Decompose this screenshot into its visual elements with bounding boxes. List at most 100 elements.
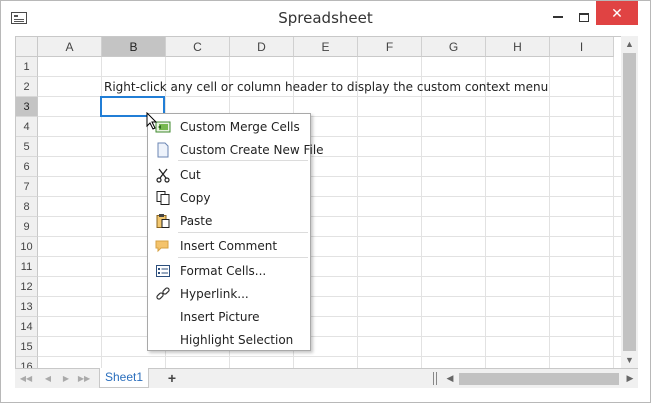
close-icon: ✕ — [611, 5, 623, 21]
row-header-2[interactable]: 2 — [16, 77, 38, 97]
last-sheet-icon[interactable]: ▶▶ — [77, 371, 91, 387]
add-sheet-button[interactable]: + — [161, 369, 183, 388]
format-cells-icon — [156, 265, 170, 277]
row-gridline — [38, 276, 621, 277]
menu-item-insert-picture[interactable]: Insert Picture — [149, 306, 309, 328]
close-button[interactable]: ✕ — [596, 1, 638, 25]
row-gridline — [38, 356, 621, 357]
menu-separator — [178, 257, 308, 258]
row-gridline — [38, 316, 621, 317]
menu-item-custom-merge-cells[interactable]: Custom Merge Cells — [149, 116, 309, 138]
menu-item-label: Custom Create New File — [180, 143, 324, 157]
column-header-h[interactable]: H — [486, 37, 550, 57]
row-header-6[interactable]: 6 — [16, 157, 38, 177]
row-header-13[interactable]: 13 — [16, 297, 38, 317]
column-header-e[interactable]: E — [294, 37, 358, 57]
sheet-tab-bar: ◀◀ ◀ ▶ ▶▶ Sheet1 + ◀ ▶ — [15, 368, 638, 388]
row-header-9[interactable]: 9 — [16, 217, 38, 237]
maximize-icon — [579, 12, 589, 22]
minimize-icon — [553, 16, 563, 19]
tab-splitter-handle[interactable] — [433, 372, 437, 385]
row-header-8[interactable]: 8 — [16, 197, 38, 217]
menu-item-label: Insert Comment — [180, 239, 278, 253]
menu-item-label: Copy — [180, 191, 211, 205]
vertical-scroll-thumb[interactable] — [623, 53, 636, 351]
row-header-1[interactable]: 1 — [16, 57, 38, 77]
select-all-corner[interactable] — [16, 37, 38, 57]
menu-item-label: Hyperlink... — [180, 287, 249, 301]
menu-item-label: Format Cells... — [180, 264, 267, 278]
column-header-g[interactable]: G — [422, 37, 486, 57]
vertical-scrollbar[interactable]: ▲ ▼ — [621, 36, 638, 368]
column-header-c[interactable]: C — [166, 37, 230, 57]
horizontal-scroll-thumb[interactable] — [459, 373, 619, 385]
menu-item-format-cells[interactable]: Format Cells... — [149, 260, 309, 282]
menu-separator — [178, 232, 308, 233]
column-gridline — [421, 57, 422, 368]
sheet-tab-sheet1[interactable]: Sheet1 — [99, 368, 149, 388]
menu-item-hyperlink[interactable]: Hyperlink... — [149, 283, 309, 305]
column-gridline — [613, 57, 614, 368]
column-header-i[interactable]: I — [550, 37, 614, 57]
paste-icon — [156, 214, 170, 228]
row-gridline — [38, 336, 621, 337]
scissors-icon — [156, 168, 170, 183]
row-gridline — [38, 176, 621, 177]
row-header-4[interactable]: 4 — [16, 117, 38, 137]
column-header-d[interactable]: D — [230, 37, 294, 57]
row-header-7[interactable]: 7 — [16, 177, 38, 197]
cell-context-menu: Custom Merge Cells Custom Create New Fil… — [147, 113, 324, 351]
row-header-12[interactable]: 12 — [16, 277, 38, 297]
menu-item-label: Paste — [180, 214, 213, 228]
row-header-15[interactable]: 15 — [16, 337, 38, 357]
column-header-a[interactable]: A — [38, 37, 102, 57]
row-gridline — [38, 296, 621, 297]
row-header-10[interactable]: 10 — [16, 237, 38, 257]
cell-b2[interactable]: Right-click any cell or column header to… — [104, 80, 548, 94]
row-gridline — [38, 196, 621, 197]
menu-item-copy[interactable]: Copy — [149, 187, 309, 209]
copy-icon — [156, 191, 170, 205]
link-icon — [156, 287, 170, 300]
prev-sheet-icon[interactable]: ◀ — [41, 371, 55, 387]
column-gridline — [357, 57, 358, 368]
next-sheet-icon[interactable]: ▶ — [59, 371, 73, 387]
scroll-down-icon[interactable]: ▼ — [621, 352, 638, 368]
row-gridline — [38, 156, 621, 157]
title-bar: Spreadsheet ✕ — [1, 1, 650, 35]
menu-item-highlight-selection[interactable]: Highlight Selection — [149, 329, 309, 351]
row-gridline — [38, 76, 621, 77]
worksheet-grid[interactable]: A B C D E F G H I 1 2 3 4 5 6 7 8 9 10 11 12 13 14 15 16 Right-cl… — [15, 36, 621, 368]
menu-item-label: Insert Picture — [180, 310, 260, 324]
menu-item-label: Custom Merge Cells — [180, 120, 300, 134]
new-file-icon — [157, 142, 169, 158]
menu-item-insert-comment[interactable]: Insert Comment — [149, 235, 309, 257]
row-gridline — [38, 136, 621, 137]
scroll-left-icon[interactable]: ◀ — [443, 370, 457, 387]
column-gridline — [485, 57, 486, 368]
row-gridline — [38, 256, 621, 257]
scroll-up-icon[interactable]: ▲ — [621, 36, 638, 52]
column-gridline — [549, 57, 550, 368]
mouse-cursor-icon — [146, 112, 158, 130]
menu-item-cut[interactable]: Cut — [149, 164, 309, 186]
comment-icon — [155, 240, 169, 253]
menu-item-label: Highlight Selection — [180, 333, 294, 347]
row-gridline — [38, 216, 621, 217]
row-header-16[interactable]: 16 — [16, 357, 38, 368]
menu-separator — [178, 160, 308, 161]
row-header-14[interactable]: 14 — [16, 317, 38, 337]
first-sheet-icon[interactable]: ◀◀ — [19, 371, 33, 387]
menu-item-paste[interactable]: Paste — [149, 210, 309, 232]
menu-item-label: Cut — [180, 168, 201, 182]
column-header-f[interactable]: F — [358, 37, 422, 57]
column-header-b[interactable]: B — [102, 37, 166, 57]
scroll-right-icon[interactable]: ▶ — [623, 370, 637, 387]
row-header-3[interactable]: 3 — [16, 97, 38, 117]
row-header-5[interactable]: 5 — [16, 137, 38, 157]
menu-item-custom-create-new-file[interactable]: Custom Create New File — [149, 139, 324, 161]
horizontal-scrollbar[interactable]: ◀ ▶ — [443, 370, 637, 387]
spreadsheet-window: Spreadsheet ✕ A B C D E F G H I 1 2 3 4 5 6 7 8 9 10 11 12 13… — [0, 0, 651, 403]
row-header-11[interactable]: 11 — [16, 257, 38, 277]
row-gridline — [38, 236, 621, 237]
